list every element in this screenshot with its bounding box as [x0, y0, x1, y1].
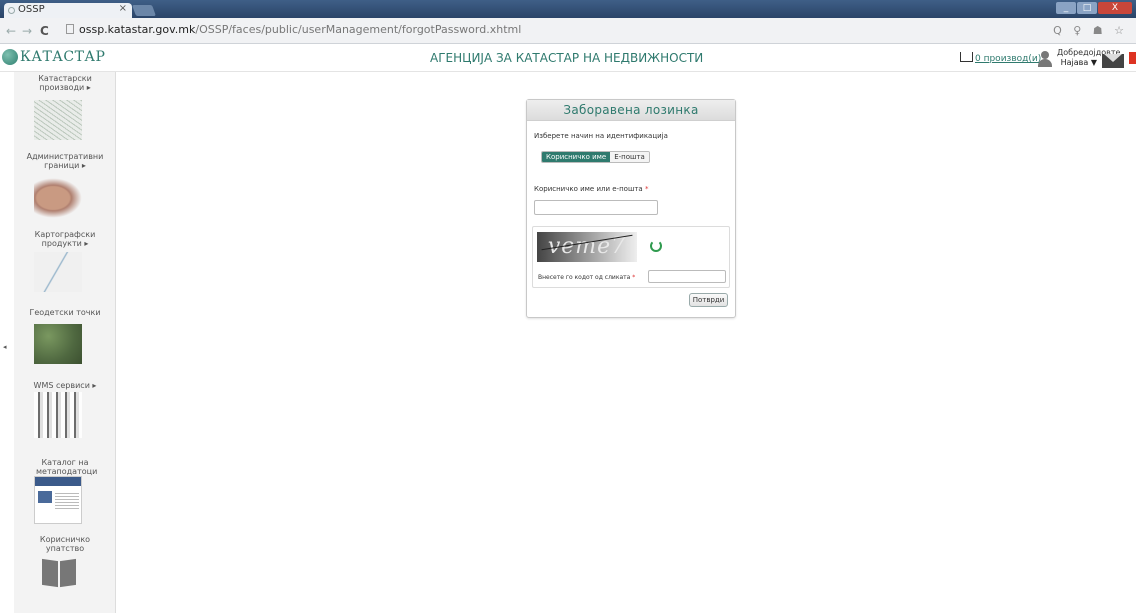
url-path: /OSSP/faces/public/userManagement/forgot…	[195, 23, 522, 36]
sidebar-collapse-icon[interactable]: ◂	[3, 343, 7, 351]
required-mark: *	[644, 185, 649, 193]
geodetic-points-thumbnail[interactable]	[34, 324, 82, 364]
identification-method-toggle: Корисничко име Е-пошта	[541, 151, 650, 163]
cartographic-thumbnail[interactable]	[34, 252, 82, 292]
username-email-input[interactable]	[534, 200, 658, 215]
sidebar-item-label: Геодетски точки	[29, 308, 101, 317]
metadata-catalog-thumbnail[interactable]	[34, 476, 82, 524]
username-email-label: Корисничко име или е-пошта *	[534, 185, 648, 193]
sidebar-item-cartographic-products[interactable]: Картографски продукти ▸	[14, 230, 116, 248]
refresh-captcha-icon[interactable]	[650, 240, 662, 252]
sidebar-item-metadata-catalog[interactable]: Каталог на метаподатоци	[14, 458, 116, 476]
maximize-button[interactable]: □	[1077, 2, 1097, 14]
browser-toolbar-icons[interactable]: Q ♀ ☗ ☆	[1053, 24, 1128, 37]
captcha-label-text: Внесете го кодот од сликата	[538, 274, 631, 281]
option-email-button[interactable]: Е-пошта	[610, 152, 649, 162]
captcha-box: veme7 Внесете го кодот од сликата *	[532, 226, 730, 288]
submit-button[interactable]: Потврди	[689, 293, 728, 307]
mail-icon[interactable]	[1102, 54, 1124, 68]
captcha-label: Внесете го кодот од сликата *	[538, 274, 635, 281]
panel-title: Заборавена лозинка	[527, 100, 735, 121]
window-close-button[interactable]: X	[1098, 2, 1132, 14]
sidebar: Катастарски производи ▸ Административни …	[14, 72, 116, 613]
cadastral-map-thumbnail[interactable]	[34, 100, 82, 140]
admin-borders-thumbnail[interactable]	[34, 178, 82, 218]
address-bar: ← → C ossp.katastar.gov.mk/OSSP/faces/pu…	[0, 18, 1136, 44]
tab-title: OSSP	[18, 4, 45, 15]
page-icon	[66, 24, 74, 34]
sidebar-item-label: Картографски продукти ▸	[34, 230, 96, 248]
captcha-input[interactable]	[648, 270, 726, 283]
sidebar-item-label: WMS сервиси ▸	[33, 381, 97, 390]
welcome-block: Добредојдовте, Најава ▼	[1057, 48, 1123, 68]
cart-text: 0 производ(и)	[975, 54, 1042, 64]
url-host: ossp.katastar.gov.mk	[79, 23, 196, 36]
agency-title: АГЕНЦИЈА ЗА КАТАСТАР НА НЕДВИЖНОСТИ	[430, 51, 704, 65]
captcha-image: veme7	[537, 232, 637, 262]
back-icon[interactable]: ←	[6, 24, 16, 38]
sidebar-item-label: Катастарски производи ▸	[38, 74, 92, 92]
cart-icon	[960, 52, 973, 62]
username-email-label-text: Корисничко име или е-пошта	[534, 185, 643, 193]
sidebar-item-cadastral-products[interactable]: Катастарски производи ▸	[14, 74, 116, 92]
url-field[interactable]: ossp.katastar.gov.mk/OSSP/faces/public/u…	[66, 23, 521, 36]
site-logo[interactable]: КАТАСТАР	[2, 49, 105, 65]
welcome-text: Добредојдовте,	[1057, 48, 1123, 57]
sidebar-item-label: Каталог на метаподатоци	[36, 458, 98, 476]
browser-tab-bar: OSSP × _ □ X	[0, 0, 1136, 18]
sidebar-item-label: Корисничко упатство	[39, 535, 91, 553]
option-username-button[interactable]: Корисничко име	[542, 152, 611, 162]
reload-icon[interactable]: C	[40, 24, 49, 38]
sidebar-item-user-manual[interactable]: Корисничко упатство	[14, 535, 116, 553]
cart-link[interactable]: 0 производ(и)	[960, 52, 1041, 64]
site-header: КАТАСТАР АГЕНЦИЈА ЗА КАТАСТАР НА НЕДВИЖН…	[0, 44, 1136, 72]
required-mark: *	[632, 274, 636, 281]
forward-icon[interactable]: →	[22, 24, 32, 38]
identification-prompt: Изберете начин на идентификација	[534, 132, 668, 140]
browser-tab[interactable]: OSSP ×	[4, 3, 132, 18]
login-dropdown[interactable]: Најава ▼	[1057, 58, 1097, 68]
wms-thumbnail[interactable]	[34, 392, 82, 438]
window-controls: _ □ X	[1056, 2, 1132, 15]
language-flag-icon[interactable]	[1129, 52, 1136, 64]
minimize-button[interactable]: _	[1056, 2, 1076, 14]
sidebar-item-wms-services[interactable]: WMS сервиси ▸	[14, 381, 116, 390]
new-tab-button[interactable]	[131, 5, 157, 16]
book-icon[interactable]	[42, 558, 76, 588]
user-icon	[1037, 51, 1053, 67]
globe-icon	[2, 49, 18, 65]
sidebar-item-label: Административни граници ▸	[26, 152, 104, 170]
tab-close-icon[interactable]: ×	[119, 3, 127, 14]
sidebar-item-geodetic-points[interactable]: Геодетски точки	[14, 308, 116, 317]
forgot-password-panel: Заборавена лозинка Изберете начин на иде…	[526, 99, 736, 318]
logo-text: КАТАСТАР	[20, 49, 106, 65]
tab-favicon-icon	[8, 7, 15, 14]
sidebar-item-administrative-borders[interactable]: Административни граници ▸	[14, 152, 116, 170]
